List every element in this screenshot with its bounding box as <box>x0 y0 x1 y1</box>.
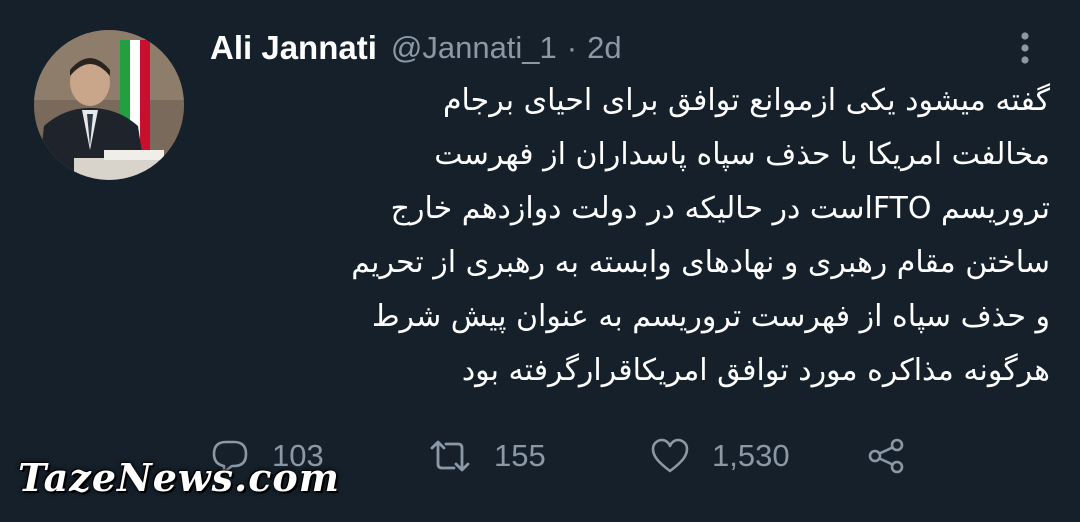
avatar[interactable] <box>34 30 184 180</box>
like-count: 1,530 <box>712 438 790 473</box>
share-button[interactable] <box>866 428 906 484</box>
retweet-icon <box>430 440 470 472</box>
author-name[interactable]: Ali Jannati <box>210 29 377 67</box>
more-options-button[interactable] <box>1010 28 1040 68</box>
timestamp[interactable]: 2d <box>587 30 621 66</box>
more-vertical-icon <box>1021 32 1029 64</box>
tweet-line: هرگونه مذاکره مورد توافق امریکاقرارگرفته… <box>461 353 1050 388</box>
tweet-line: مخالفت امریکا با حذف سپاه پاسداران از فه… <box>434 137 1050 172</box>
like-button[interactable]: 1,530 <box>650 428 790 484</box>
tweet-line: تروریسم FTOاست در حالیکه در دولت دوازدهم… <box>390 191 1050 226</box>
heart-icon <box>651 438 689 473</box>
tweet-header: Ali Jannati @Jannati_1 · 2d <box>210 24 622 72</box>
tweet-line: و حذف سپاه از فهرست تروریسم به عنوان پیش… <box>371 299 1050 334</box>
tweet-line: گفته میشود یکی ازموانع توافق برای احیای … <box>442 83 1050 118</box>
retweet-count: 155 <box>494 438 546 473</box>
watermark: TazeNews.com <box>18 455 340 500</box>
avatar-photo <box>34 30 184 180</box>
share-icon <box>868 438 904 474</box>
tweet-text: گفته میشود یکی ازموانع توافق برای احیای … <box>210 74 1050 398</box>
retweet-button[interactable]: 155 <box>428 428 546 484</box>
separator: · <box>566 30 578 65</box>
author-handle[interactable]: @Jannati_1 <box>391 30 557 66</box>
tweet-line: ساختن مقام رهبری و نهادهای وابسته به رهب… <box>351 245 1050 280</box>
tweet-card[interactable]: Ali Jannati @Jannati_1 · 2d گفته میشود ی… <box>0 0 1080 522</box>
